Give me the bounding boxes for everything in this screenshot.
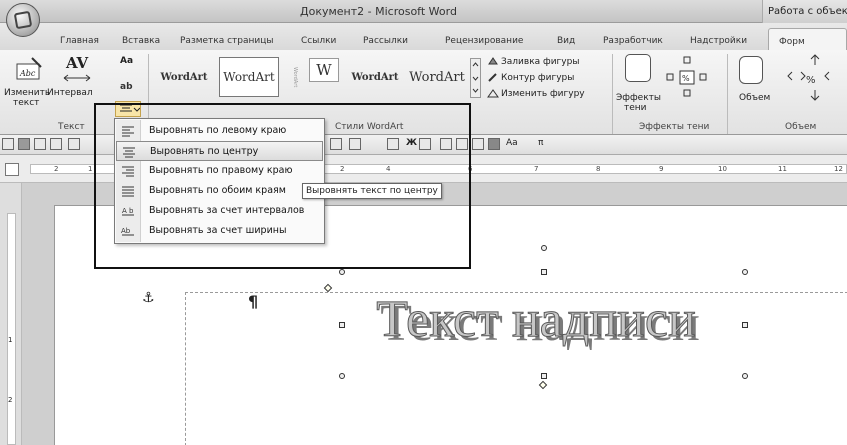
office-logo-icon (13, 10, 33, 30)
shape-fill-button[interactable]: Заливка фигуры (501, 57, 579, 67)
gallery-scroll-arrows-icon (472, 62, 479, 93)
svg-text:%: % (806, 75, 816, 86)
resize-handle[interactable] (541, 373, 547, 379)
shape-outline-button[interactable]: Контур фигуры (501, 73, 574, 83)
change-shape-icon (487, 89, 499, 98)
title-bar: Документ2 - Microsoft Word Работа с объе… (0, 0, 847, 23)
preview-icon[interactable] (68, 138, 80, 150)
highlight-frame (94, 103, 471, 269)
group-separator (612, 54, 613, 134)
tab-addins[interactable]: Надстройки (690, 36, 747, 46)
3d-effects-icon[interactable] (739, 56, 763, 84)
ruler-number: 2 (54, 165, 59, 173)
vertical-ruler-scale[interactable] (7, 213, 16, 445)
edit-text-label[interactable]: Изменить (4, 88, 50, 98)
resize-handle[interactable] (541, 269, 547, 275)
change-case-icon[interactable]: Aa (506, 138, 518, 150)
group-separator (727, 54, 728, 134)
tab-home[interactable]: Главная (60, 36, 99, 46)
wordart-style-5[interactable]: WordArt (408, 57, 466, 97)
ruler-number: 11 (778, 165, 787, 173)
resize-handle[interactable] (339, 322, 345, 328)
wordart-style-1[interactable]: WordArt (155, 57, 213, 97)
edit-text-label-2[interactable]: текст (13, 98, 39, 108)
wordart-text: Текст надписи (376, 291, 696, 348)
character-spacing-glyph: AV (66, 54, 89, 72)
tab-view[interactable]: Вид (557, 36, 575, 46)
tab-insert[interactable]: Вставка (122, 36, 160, 46)
resize-handle[interactable] (339, 373, 345, 379)
ruler-number: 8 (596, 165, 601, 173)
vertical-text-icon[interactable]: ab (119, 78, 135, 92)
wordart-style-3[interactable]: W (309, 58, 339, 82)
3d-group-label: Объем (785, 122, 817, 132)
rotate-handle[interactable] (541, 245, 547, 251)
toolbar-button-icon[interactable] (472, 138, 484, 150)
resize-handle[interactable] (742, 322, 748, 328)
tab-page-layout[interactable]: Разметка страницы (180, 36, 274, 46)
shadow-effects-label-2[interactable]: тени (624, 103, 647, 113)
tab-selector[interactable] (5, 163, 19, 176)
open-icon[interactable] (34, 138, 46, 150)
save-icon[interactable] (18, 138, 30, 150)
toolbar-button-icon[interactable] (488, 138, 500, 150)
office-button[interactable] (6, 3, 40, 37)
same-height-glyph[interactable]: Aa (120, 56, 133, 66)
wordart-style-4[interactable]: WordArt (347, 57, 403, 97)
shadow-effects-label[interactable]: Эффекты (616, 93, 661, 103)
ruler-number: 1 (88, 165, 93, 173)
edit-text-icon[interactable]: Abc (14, 55, 44, 83)
resize-handle[interactable] (339, 269, 345, 275)
new-document-icon[interactable] (2, 138, 14, 150)
styles-gallery-scroll[interactable] (470, 58, 481, 98)
ruler-number: 2 (8, 396, 13, 404)
wordart-style-2[interactable]: WordArt (219, 57, 279, 97)
spacing-arrows-icon (63, 74, 91, 82)
svg-text:ab: ab (120, 82, 133, 92)
tab-developer[interactable]: Разработчик (603, 36, 663, 46)
print-icon[interactable] (50, 138, 62, 150)
contextual-tab-title: Работа с объек (762, 0, 847, 23)
ruler-number: 1 (8, 336, 13, 344)
change-shape-button[interactable]: Изменить фигуру (501, 89, 585, 99)
tab-mailings[interactable]: Рассылки (363, 36, 408, 46)
svg-text:%: % (682, 74, 690, 83)
text-group-label: Текст (58, 122, 85, 132)
ruler-number: 10 (718, 165, 727, 173)
shadow-effects-group-label: Эффекты тени (639, 122, 710, 132)
tilt-3d-icon[interactable]: % (784, 52, 847, 112)
ruler-number: 7 (534, 165, 539, 173)
anchor-icon: ⚓ (142, 290, 155, 306)
shadow-effects-icon[interactable] (625, 54, 651, 82)
spacing-label[interactable]: Интервал (47, 88, 93, 98)
ribbon-tabs: Главная Вставка Разметка страницы Ссылки… (0, 23, 847, 50)
shape-outline-icon (488, 73, 497, 82)
3d-effects-label[interactable]: Объем (739, 93, 770, 103)
ruler-number: 12 (834, 165, 843, 173)
shape-fill-icon (488, 57, 498, 65)
svg-text:Abc: Abc (19, 69, 36, 78)
resize-handle[interactable] (742, 373, 748, 379)
wordart-style-vertical[interactable]: WordArt (289, 57, 301, 97)
equation-icon[interactable]: π (538, 138, 550, 150)
tab-references[interactable]: Ссылки (301, 36, 336, 46)
tab-review[interactable]: Рецензирование (445, 36, 523, 46)
vertical-ruler: 1 2 (0, 183, 22, 445)
window-title: Документ2 - Microsoft Word (300, 5, 457, 18)
wordart-object[interactable]: Текст надписи Текст надписи (318, 282, 758, 353)
paragraph-mark: ¶ (248, 292, 259, 311)
quick-access-toolbar[interactable] (44, 4, 94, 18)
tab-format[interactable]: Форм (768, 28, 847, 50)
ruler-number: 9 (659, 165, 664, 173)
resize-handle[interactable] (742, 269, 748, 275)
nudge-shadow-icon[interactable]: % (662, 54, 712, 104)
